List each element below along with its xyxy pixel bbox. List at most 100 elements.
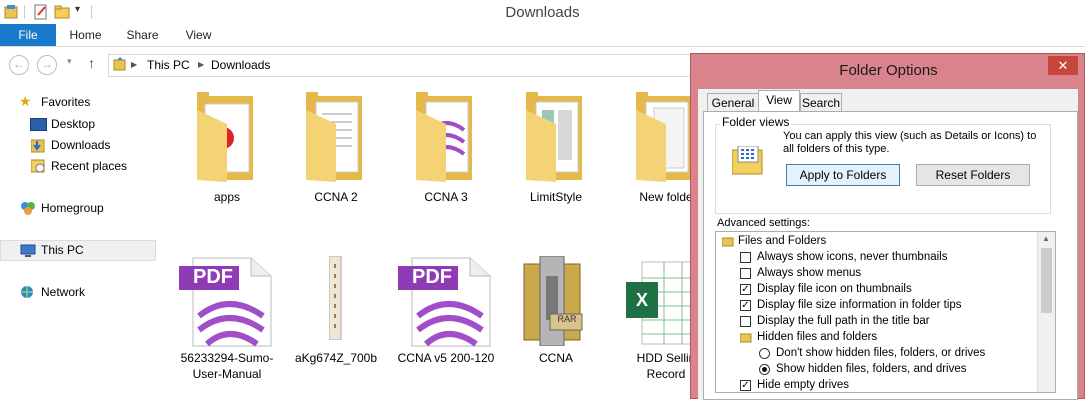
file-item-sumo-user-manual[interactable]: PDF 56233294-Sumo- User-Manual xyxy=(177,252,277,382)
file-name: CCNA 2 xyxy=(314,190,358,204)
scroll-up-icon[interactable]: ▲ xyxy=(1042,234,1050,243)
folder-item-ccna-3[interactable]: CCNA 3 xyxy=(396,90,496,208)
folder-icon xyxy=(721,236,734,250)
advanced-settings-list[interactable]: Files and Folders Always show icons, nev… xyxy=(715,231,1056,393)
checkbox-checked[interactable]: ✓ xyxy=(740,380,751,391)
tab-view[interactable]: View xyxy=(176,24,221,46)
close-icon[interactable]: ✕ xyxy=(1048,56,1078,75)
checkbox-checked[interactable]: ✓ xyxy=(740,284,751,295)
folder-icon xyxy=(406,90,486,188)
nav-recent-places[interactable]: Recent places xyxy=(0,156,156,177)
folder-item-limitstyle[interactable]: LimitStyle xyxy=(506,90,606,208)
scrollbar-thumb[interactable] xyxy=(1041,248,1052,313)
setting-label: Display file icon on thumbnails xyxy=(757,283,912,295)
nav-recent-places-label: Recent places xyxy=(51,159,128,173)
nav-desktop-label: Desktop xyxy=(51,117,96,131)
computer-icon xyxy=(20,244,36,261)
up-arrow-icon[interactable]: ↑ xyxy=(88,55,95,71)
radio-button-selected[interactable] xyxy=(759,364,770,375)
file-name-line-2: User-Manual xyxy=(192,367,262,381)
folder-item-ccna-2[interactable]: CCNA 2 xyxy=(286,90,386,208)
rar-icon-label: RAR xyxy=(557,314,577,324)
folder-icon xyxy=(739,332,752,346)
setting-display-file-size-info[interactable]: ✓ Display file size information in folde… xyxy=(716,298,1026,314)
back-arrow-icon[interactable]: ← xyxy=(9,55,29,75)
setting-label: Display file size information in folder … xyxy=(757,299,962,311)
nav-downloads[interactable]: Downloads xyxy=(0,135,156,156)
checkbox[interactable] xyxy=(740,316,751,327)
ribbon-tabs: File Home Share View xyxy=(0,24,1085,47)
setting-label: Files and Folders xyxy=(738,235,827,247)
nav-favorites[interactable]: ★ Favorites xyxy=(0,92,156,113)
reset-folders-button[interactable]: Reset Folders xyxy=(916,164,1030,186)
image-thumbnail-icon xyxy=(328,255,343,343)
folder-views-icon xyxy=(731,145,764,179)
nav-this-pc-label: This PC xyxy=(41,243,84,257)
nav-downloads-label: Downloads xyxy=(51,138,111,152)
folder-views-description: You can apply this view (such as Details… xyxy=(783,130,1037,142)
nav-network-label: Network xyxy=(41,285,86,299)
setting-always-show-icons[interactable]: Always show icons, never thumbnails xyxy=(716,250,1026,266)
breadcrumb-separator-icon[interactable]: ▶ xyxy=(198,60,204,69)
tab-file[interactable]: File xyxy=(0,24,56,46)
file-name: CCNA v5 200-120 xyxy=(397,351,495,365)
nav-network[interactable]: Network xyxy=(0,282,156,303)
file-name: aKg674Z_700b xyxy=(294,351,378,365)
folder-icon xyxy=(296,90,376,188)
tab-general[interactable]: General xyxy=(707,93,759,111)
tab-share[interactable]: Share xyxy=(120,24,165,46)
folder-icon xyxy=(187,90,267,188)
checkbox[interactable] xyxy=(740,268,751,279)
address-bar[interactable]: ▶ This PC ▶ Downloads xyxy=(108,54,710,77)
forward-arrow-icon[interactable]: → xyxy=(37,55,57,75)
settings-group-hidden-files: Hidden files and folders xyxy=(716,330,1026,346)
folder-options-dialog: Folder Options ✕ General View Search Fol… xyxy=(690,53,1085,400)
tab-view[interactable]: View xyxy=(758,90,800,112)
tab-home[interactable]: Home xyxy=(63,24,108,46)
setting-label: Display the full path in the title bar xyxy=(757,315,930,327)
location-icon xyxy=(113,57,127,74)
setting-show-hidden[interactable]: Show hidden files, folders, and drives xyxy=(716,362,1026,378)
breadcrumb-this-pc[interactable]: This PC xyxy=(147,58,190,72)
nav-desktop[interactable]: Desktop xyxy=(0,114,156,135)
file-name: CCNA xyxy=(538,351,573,365)
apply-to-folders-button[interactable]: Apply to Folders xyxy=(786,164,900,186)
folder-views-label: Folder views xyxy=(720,115,792,129)
setting-label: Don't show hidden files, folders, or dri… xyxy=(776,347,986,359)
recent-locations-icon[interactable]: ▾ xyxy=(67,56,72,67)
nav-this-pc[interactable]: This PC xyxy=(0,240,156,261)
setting-hide-empty-drives[interactable]: ✓ Hide empty drives xyxy=(716,378,1026,392)
file-name: CCNA 3 xyxy=(424,190,468,204)
pdf-icon-label: PDF xyxy=(193,266,233,288)
setting-always-show-menus[interactable]: Always show menus xyxy=(716,266,1026,282)
setting-dont-show-hidden[interactable]: Don't show hidden files, folders, or dri… xyxy=(716,346,1026,362)
file-item-ccna-rar[interactable]: RAR CCNA xyxy=(506,252,606,370)
pdf-icon-label: PDF xyxy=(412,266,452,288)
breadcrumb-separator-icon[interactable]: ▶ xyxy=(131,60,137,69)
file-item-ccna-v5[interactable]: PDF CCNA v5 200-120 xyxy=(396,252,496,370)
nav-favorites-label: Favorites xyxy=(41,95,91,109)
folder-item-apps[interactable]: apps xyxy=(177,90,277,208)
file-item-akg674z-700b[interactable]: aKg674Z_700b xyxy=(286,252,386,370)
desktop-icon xyxy=(30,118,47,131)
tab-search[interactable]: Search xyxy=(800,93,842,111)
radio-button[interactable] xyxy=(759,348,770,359)
setting-label: Always show icons, never thumbnails xyxy=(757,251,948,263)
dialog-title: Folder Options xyxy=(839,62,938,79)
recent-places-icon xyxy=(30,159,45,176)
network-icon xyxy=(19,284,35,303)
excel-icon-label: X xyxy=(635,290,648,310)
setting-display-file-icon-on-thumbnails[interactable]: ✓ Display file icon on thumbnails xyxy=(716,282,1026,298)
settings-group-files-and-folders: Files and Folders xyxy=(716,234,1026,250)
nav-homegroup-label: Homegroup xyxy=(41,201,104,215)
vertical-scrollbar[interactable]: ▲ xyxy=(1037,232,1055,392)
setting-display-full-path[interactable]: Display the full path in the title bar xyxy=(716,314,1026,330)
navigation-pane: ★ Favorites Desktop Downloads Recent pla… xyxy=(0,86,160,399)
nav-homegroup[interactable]: Homegroup xyxy=(0,198,156,219)
breadcrumb-downloads[interactable]: Downloads xyxy=(211,58,270,72)
setting-label: Always show menus xyxy=(757,267,862,279)
checkbox[interactable] xyxy=(740,252,751,263)
file-name: apps xyxy=(213,190,241,204)
checkbox-checked[interactable]: ✓ xyxy=(740,300,751,311)
downloads-folder-icon xyxy=(30,138,45,156)
